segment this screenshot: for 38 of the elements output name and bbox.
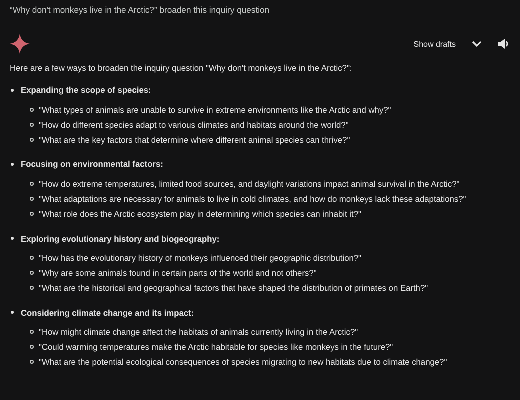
question-text: "How do different species adapt to various climates and habitats around the world?": [39, 120, 349, 130]
question-text: "How do extreme temperatures, limited food sources, and daylight variations impact animal survival in the Arctic?": [39, 179, 460, 190]
bullet-icon: [30, 271, 34, 276]
bullet-icon: [30, 286, 34, 290]
bullet-icon: [30, 197, 34, 202]
section-heading: Exploring evolutionary history and biogeography:: [21, 234, 220, 244]
section-heading: Focusing on environmental factors:: [21, 159, 164, 170]
question-text: "What are the historical and geographical factors that have shaped the distribution of primates on Earth?": [39, 283, 428, 294]
section-heading: Considering climate change and its impact:: [21, 308, 194, 318]
chevron-down-icon[interactable]: [472, 40, 482, 48]
show-drafts-button[interactable]: Show drafts: [414, 40, 456, 50]
speaker-icon[interactable]: [498, 38, 510, 50]
question-text: "What role does the Arctic ecosystem play in determining which species can inhabit it?": [39, 209, 362, 220]
bullet-icon: [30, 212, 34, 216]
question-text: "What are the potential ecological consequences of species migrating to new habitats due to climate change?": [39, 357, 448, 368]
question-text: "What are the key factors that determine where different animal species can thrive?": [39, 134, 350, 145]
question-text: "What adaptations are necessary for animals to live in cold climates, and how do monkeys lack these adaptations?": [39, 194, 466, 204]
bullet-icon: [30, 138, 34, 142]
bullet-icon: [30, 108, 34, 112]
question-text: "What types of animals are unable to survive in extreme environments like the Arctic and why?": [39, 104, 392, 115]
intro-text: Here are a few ways to broaden the inquiry question "Why don't monkeys live in the Arctic?":: [10, 63, 354, 74]
question-text: "Why are some animals found in certain parts of the world and not others?": [39, 268, 317, 278]
bullet-icon: [30, 345, 34, 350]
section-heading: Expanding the scope of species:: [21, 85, 152, 96]
question-text: "How has the evolutionary history of monkeys influenced their geographic distribution?": [39, 253, 362, 264]
bullet-icon: [30, 330, 34, 334]
prompt-text: “Why don't monkeys live in the Arctic?” broaden this inquiry question: [10, 5, 271, 16]
sparkle-icon: [10, 34, 30, 54]
bullet-icon: [30, 256, 34, 260]
question-text: "Could warming temperatures make the Arctic habitable for species like monkeys in the future?": [39, 342, 394, 352]
bullet-icon: [11, 237, 14, 240]
bullet-icon: [30, 122, 34, 127]
question-text: "How might climate change affect the habitats of animals currently living in the Arctic?": [39, 327, 358, 338]
bullet-icon: [11, 163, 14, 166]
bullet-icon: [11, 88, 14, 92]
bullet-icon: [30, 360, 34, 364]
bullet-icon: [11, 311, 14, 314]
bullet-icon: [30, 182, 34, 186]
